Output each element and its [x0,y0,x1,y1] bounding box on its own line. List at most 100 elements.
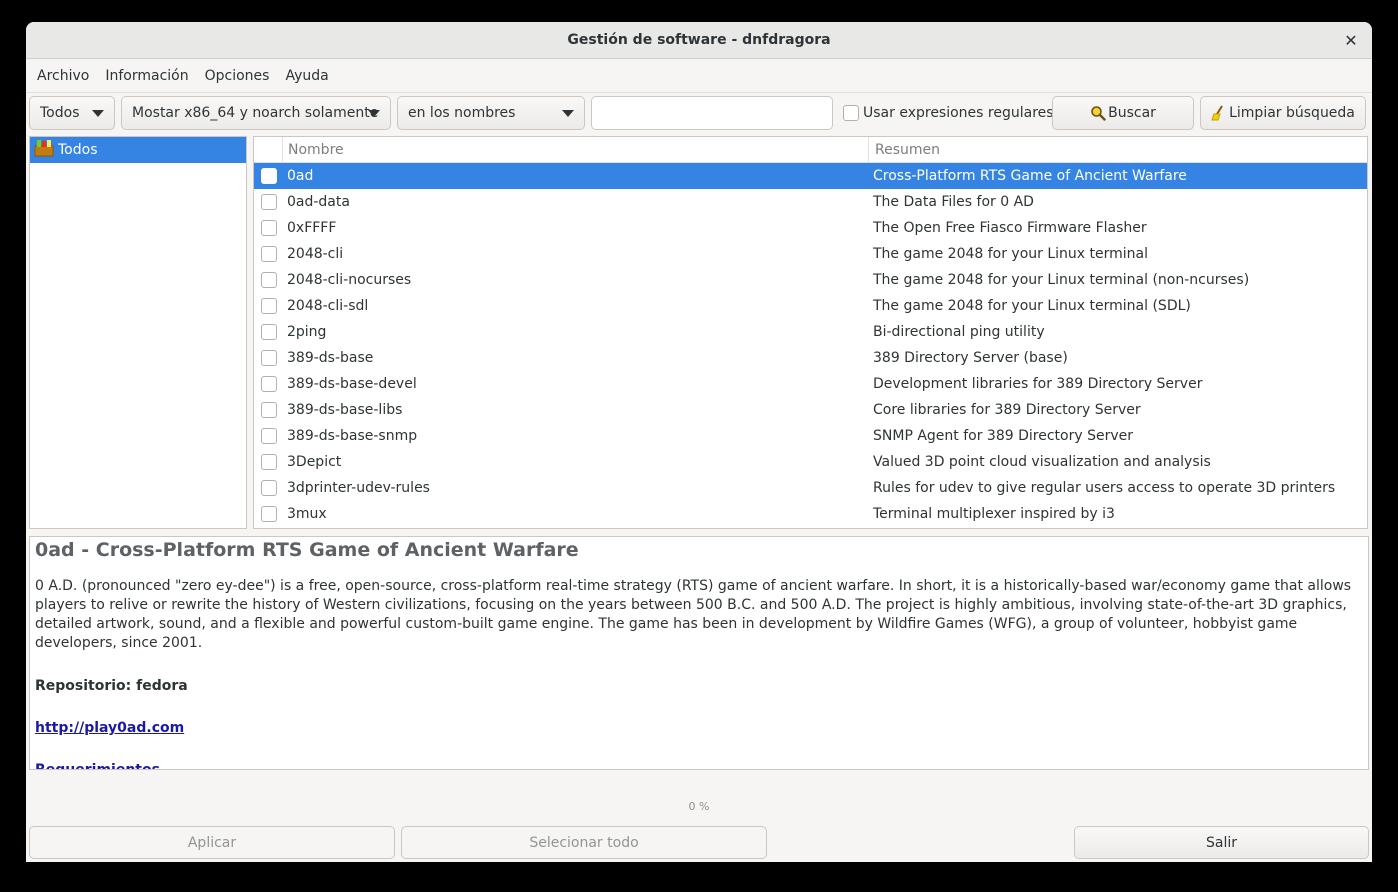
row-name: 0xFFFF [287,220,337,236]
package-table: Nombre Resumen 0ad Cross-Platform RTS Gam… [253,136,1368,529]
row-summary: The Open Free Fiasco Firmware Flasher [873,220,1147,236]
search-in-combo-value: en los nombres [408,105,516,121]
chevron-down-icon [368,110,380,117]
row-summary: Valued 3D point cloud visualization and … [873,454,1211,470]
window-title: Gestión de software - dnfdragora [567,32,831,48]
row-checkbox[interactable] [260,194,277,210]
row-name: 389-ds-base-devel [287,376,417,392]
row-name: 3mux [287,506,327,522]
search-button-label: Buscar [1108,105,1156,121]
filter-combo-value: Todos [40,105,80,121]
row-checkbox[interactable] [260,272,277,288]
details-requirements-link[interactable]: Requerimientos [35,762,1363,769]
apply-button[interactable]: Aplicar [29,826,395,859]
row-check-cell [254,350,283,366]
row-name: 2048-cli-nocurses [287,272,412,288]
row-name: 389-ds-base-snmp [287,428,418,444]
header-name[interactable]: Nombre [283,137,869,162]
row-check-cell [254,454,283,470]
row-checkbox[interactable] [260,246,277,262]
table-row[interactable]: 3Depict Valued 3D point cloud visualizati… [254,449,1367,475]
package-group-icon [34,139,54,161]
table-body: 0ad Cross-Platform RTS Game of Ancient Wa… [254,163,1367,527]
menu-informacion[interactable]: Información [97,68,196,84]
close-icon[interactable]: ✕ [1342,31,1360,50]
row-name: 2ping [287,324,327,340]
table-row[interactable]: 2048-cli-nocurses The game 2048 for your … [254,267,1367,293]
sidebar-item-todos[interactable]: Todos [30,137,246,163]
toolbar: Todos Mostar x86_64 y noarch solamente e… [26,94,1372,132]
table-row[interactable]: 2048-cli The game 2048 for your Linux ter… [254,241,1367,267]
menu-ayuda[interactable]: Ayuda [277,68,336,84]
regex-checkbox-row[interactable]: Usar expresiones regulares [843,96,1054,130]
details-repository: Repositorio: fedora [35,678,188,694]
details-description: 0 A.D. (pronounced "zero ey-dee") is a f… [35,578,1352,651]
header-summary[interactable]: Resumen [869,137,1367,162]
row-check-cell [254,298,283,314]
row-checkbox[interactable] [260,428,277,444]
row-name: 2048-cli [287,246,344,262]
row-checkbox[interactable] [260,324,277,340]
row-summary: 389 Directory Server (base) [873,350,1068,366]
row-summary: SNMP Agent for 389 Directory Server [873,428,1133,444]
arch-combo-value: Mostar x86_64 y noarch solamente [132,105,379,121]
row-checkbox[interactable] [260,298,277,314]
row-check-cell [254,194,283,210]
chevron-down-icon [562,110,574,117]
row-check-cell [254,324,283,340]
search-button[interactable]: Buscar [1052,96,1194,130]
table-row[interactable]: 2048-cli-sdl The game 2048 for your Linux… [254,293,1367,319]
table-row[interactable]: 0xFFFF The Open Free Fiasco Firmware Flas… [254,215,1367,241]
row-check-cell [254,480,283,496]
table-row[interactable]: 389-ds-base-libs Core libraries for 389 D… [254,397,1367,423]
row-check-cell [254,506,283,522]
row-summary: Core libraries for 389 Directory Server [873,402,1141,418]
table-row[interactable]: 0ad Cross-Platform RTS Game of Ancient Wa… [254,163,1367,189]
clear-search-button[interactable]: Limpiar búsqueda [1200,96,1366,130]
search-input[interactable] [591,96,833,130]
select-all-button[interactable]: Selecionar todo [401,826,767,859]
group-sidebar: Todos [29,136,247,529]
row-checkbox[interactable] [260,168,277,184]
menu-opciones[interactable]: Opciones [197,68,278,84]
row-checkbox[interactable] [260,506,277,522]
row-summary: Cross-Platform RTS Game of Ancient Warfa… [873,168,1187,184]
sidebar-item-label: Todos [58,142,98,158]
table-row[interactable]: 2ping Bi-directional ping utility [254,319,1367,345]
table-row[interactable]: 3dprinter-udev-rules Rules for udev to gi… [254,475,1367,501]
table-row[interactable]: 389-ds-base-devel Development libraries f… [254,371,1367,397]
row-checkbox[interactable] [260,454,277,470]
table-row[interactable]: 389-ds-base-snmp SNMP Agent for 389 Direc… [254,423,1367,449]
row-checkbox[interactable] [260,220,277,236]
table-header: Nombre Resumen [254,137,1367,163]
details-url-link[interactable]: http://play0ad.com [35,720,1363,736]
magnifier-icon [1090,105,1106,121]
app-window: Gestión de software - dnfdragora ✕ Archi… [26,22,1372,862]
row-name: 389-ds-base-libs [287,402,403,418]
filter-combo[interactable]: Todos [29,96,115,130]
arch-combo[interactable]: Mostar x86_64 y noarch solamente [121,96,391,130]
row-summary: The game 2048 for your Linux terminal (S… [873,298,1191,314]
row-check-cell [254,272,283,288]
row-checkbox[interactable] [260,350,277,366]
regex-checkbox[interactable] [843,105,859,121]
row-checkbox[interactable] [260,376,277,392]
broom-icon [1211,105,1227,121]
row-checkbox[interactable] [260,480,277,496]
titlebar: Gestión de software - dnfdragora ✕ [26,22,1372,59]
menu-archivo[interactable]: Archivo [29,68,97,84]
search-in-combo[interactable]: en los nombres [397,96,585,130]
package-details: 0ad - Cross-Platform RTS Game of Ancient… [29,536,1369,770]
table-row[interactable]: 3mux Terminal multiplexer inspired by i3 [254,501,1367,527]
row-check-cell [254,376,283,392]
table-row[interactable]: 0ad-data The Data Files for 0 AD [254,189,1367,215]
row-name: 2048-cli-sdl [287,298,369,314]
row-checkbox[interactable] [260,402,277,418]
row-check-cell [254,402,283,418]
table-row[interactable]: 389-ds-base 389 Directory Server (base) [254,345,1367,371]
details-title: 0ad - Cross-Platform RTS Game of Ancient… [35,539,579,561]
quit-button[interactable]: Salir [1074,826,1369,859]
progress-label: 0 % [688,800,710,813]
row-name: 0ad-data [287,194,350,210]
header-check-column [254,137,283,162]
